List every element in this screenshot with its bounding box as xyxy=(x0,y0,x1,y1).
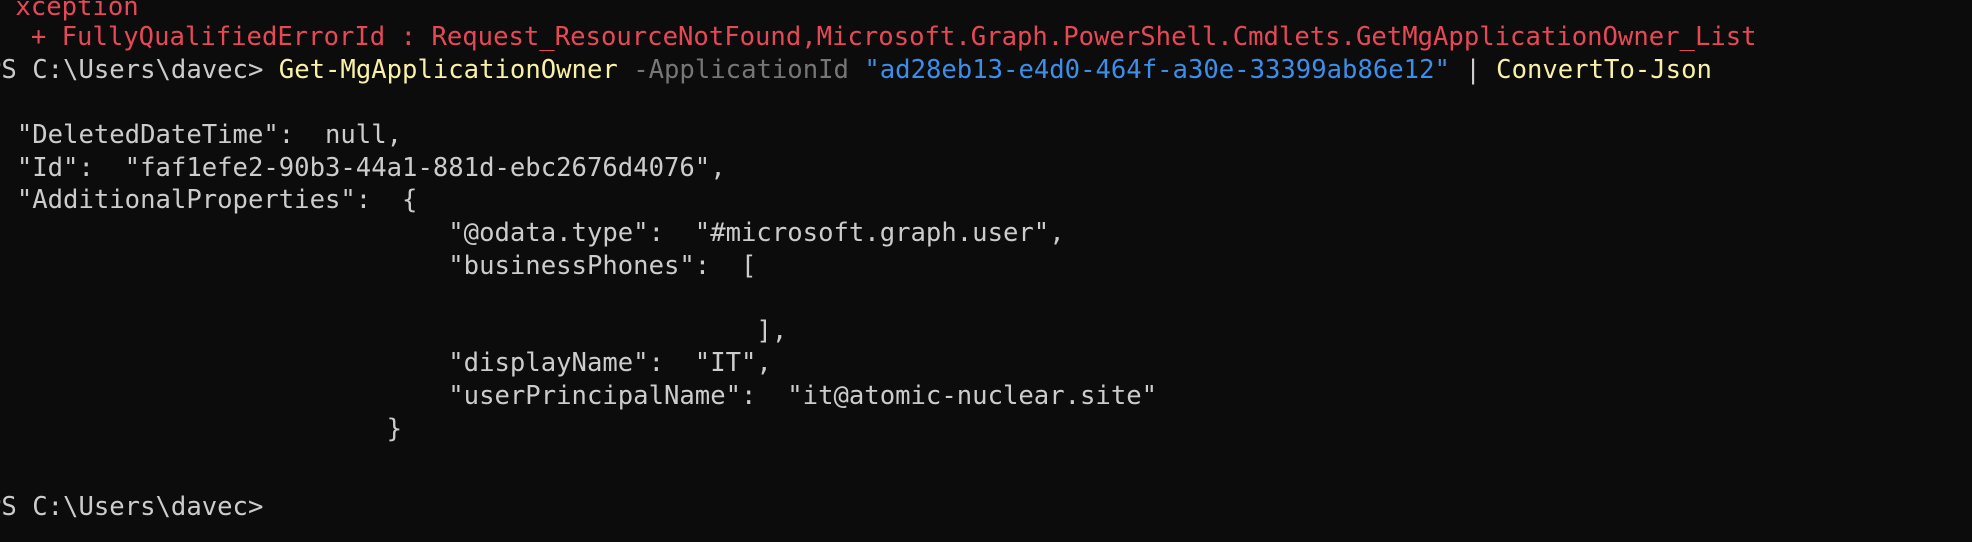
json-line: "AdditionalProperties": { xyxy=(0,185,418,215)
error-line-fully-qualified-id: + FullyQualifiedErrorId : Request_Resour… xyxy=(0,22,1757,52)
json-line: } xyxy=(0,414,403,444)
cursor-position[interactable] xyxy=(263,482,264,515)
json-line: ], xyxy=(0,316,788,346)
command-line: PS C:\Users\davec> Get-MgApplicationOwne… xyxy=(0,54,1712,87)
json-line: "displayName": "IT", xyxy=(0,348,772,378)
prompt-text: PS C:\Users\davec> xyxy=(0,55,279,85)
cmdlet-name: Get-MgApplicationOwner xyxy=(278,55,618,85)
pipe-symbol: | xyxy=(1465,55,1481,85)
json-line: "userPrincipalName": "it@atomic-nuclear.… xyxy=(0,381,1158,411)
json-close-bracket: ] xyxy=(0,445,1,478)
parameter-name: -ApplicationId xyxy=(633,55,849,85)
json-open-bracket: [ xyxy=(0,87,1,120)
terminal-window[interactable]: xception + FullyQualifiedErrorId : Reque… xyxy=(0,0,1972,542)
json-line: "@odata.type": "#microsoft.graph.user", xyxy=(0,218,1065,248)
final-prompt-text: PS C:\Users\davec> xyxy=(0,492,264,522)
json-line: "businessPhones": [ xyxy=(0,251,757,281)
pipe-cmdlet-name: ConvertTo-Json xyxy=(1496,55,1712,85)
json-line: "DeletedDateTime": null, xyxy=(0,120,403,150)
json-line: "Id": "faf1efe2-90b3-44a1-881d-ebc2676d4… xyxy=(0,153,726,183)
parameter-value: "ad28eb13-e4d0-464f-a30e-33399ab86e12" xyxy=(864,55,1450,85)
final-prompt[interactable]: PS C:\Users\davec> xyxy=(0,482,264,522)
